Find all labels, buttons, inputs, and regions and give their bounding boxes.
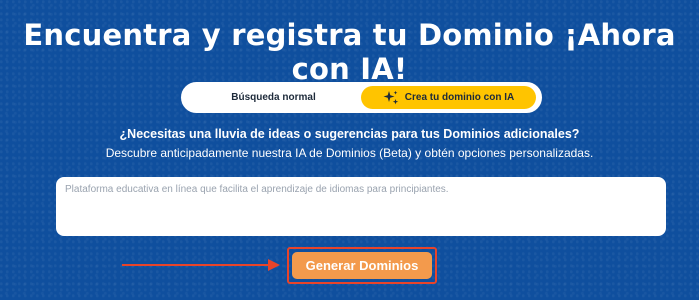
domain-description-placeholder: Plataforma educativa en línea que facili… (65, 184, 449, 195)
generate-button-highlight: Generar Dominios (287, 247, 437, 284)
generate-domains-button[interactable]: Generar Dominios (292, 252, 432, 279)
ai-beta-subtitle: Descubre anticipadamente nuestra IA de D… (105, 146, 594, 160)
generate-domains-label: Generar Dominios (305, 258, 419, 273)
sparkles-icon (383, 90, 398, 104)
tab-ai-domain-label: Crea tu dominio con IA (404, 92, 515, 103)
tab-ai-domain[interactable]: Crea tu dominio con IA (361, 86, 536, 109)
search-mode-toggle: Búsqueda normal Crea tu dominio con IA (181, 82, 542, 113)
brainstorm-question: ¿Necesitas una lluvia de ideas o sugeren… (119, 127, 580, 141)
page-title: Encuentra y registra tu Dominio ¡Ahora c… (23, 18, 676, 86)
tab-normal-search-label: Búsqueda normal (231, 92, 316, 103)
tab-normal-search[interactable]: Búsqueda normal (186, 86, 361, 109)
domain-description-input[interactable]: Plataforma educativa en línea que facili… (56, 177, 666, 236)
arrow-right-icon (122, 259, 280, 271)
